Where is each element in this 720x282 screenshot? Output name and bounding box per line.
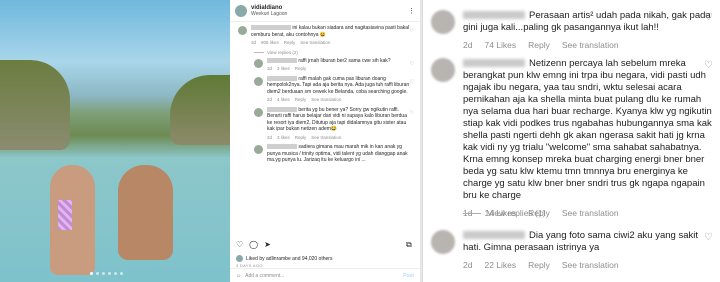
view-replies[interactable]: View replies (1) bbox=[463, 208, 545, 218]
comment-text: raffi jrnah liburan ber2 sama cwe sih ka… bbox=[298, 57, 391, 64]
comment-icon[interactable]: ◯ bbox=[249, 240, 258, 249]
heart-icon[interactable]: ♡ bbox=[704, 232, 713, 243]
location[interactable]: Weekuri Lagoon bbox=[251, 11, 287, 17]
view-replies[interactable]: View replies (2) bbox=[230, 47, 420, 55]
comment-likes[interactable]: 74 Likes bbox=[484, 39, 516, 51]
see-translation-link[interactable]: See translation bbox=[562, 39, 619, 51]
avatar[interactable] bbox=[254, 145, 263, 154]
reply-button[interactable]: Reply bbox=[284, 40, 296, 47]
person-left bbox=[50, 165, 95, 275]
post-sidebar: vidialdiano Weekuri Lagoon ⋮ ini kalau b… bbox=[230, 0, 420, 282]
avatar bbox=[236, 255, 243, 262]
comment: ini kalau bukan siadara and nagitasiavin… bbox=[230, 22, 420, 47]
reply-comment: raffi malah gak cuma pas liburan doang h… bbox=[230, 73, 420, 104]
carousel-dots[interactable] bbox=[90, 272, 123, 275]
comment: Perasaan artis² udah pada nikah, gak pad… bbox=[431, 10, 713, 51]
heart-icon[interactable]: ♡ bbox=[410, 28, 414, 34]
add-comment-bar: ☺ Add a comment... Post bbox=[230, 268, 420, 282]
save-icon[interactable]: ⧉ bbox=[406, 240, 412, 250]
heart-icon[interactable]: ♡ bbox=[410, 110, 414, 116]
reply-button[interactable]: Reply bbox=[528, 39, 550, 51]
comment-text: Netizenn percaya lah sebelum mreka beran… bbox=[463, 58, 712, 201]
reply-comment: raffi jrnah liburan ber2 sama cwe sih ka… bbox=[230, 55, 420, 73]
more-icon[interactable]: ⋮ bbox=[408, 7, 415, 15]
avatar[interactable] bbox=[235, 4, 247, 17]
see-translation-link[interactable]: See translation bbox=[562, 259, 619, 271]
censor-blur bbox=[58, 200, 72, 230]
username[interactable]: vidialdiano bbox=[251, 5, 287, 11]
blurred-username bbox=[267, 57, 297, 63]
post-header: vidialdiano Weekuri Lagoon ⋮ bbox=[230, 0, 420, 22]
post-button[interactable]: Post bbox=[403, 273, 414, 279]
avatar[interactable] bbox=[254, 107, 263, 117]
reply-comment: sadiera gimana mau marah mik in kan anak… bbox=[230, 141, 420, 163]
avatar[interactable] bbox=[254, 58, 263, 68]
blurred-username bbox=[251, 25, 291, 31]
comment-input[interactable]: Add a comment... bbox=[245, 273, 284, 279]
comment: Dia yang foto sama ciwi2 aku yang sakit … bbox=[431, 230, 713, 271]
comment-likes[interactable]: 22 Likes bbox=[484, 259, 516, 271]
see-translation-link[interactable]: See translation bbox=[562, 207, 619, 219]
blurred-username bbox=[463, 59, 525, 68]
avatar[interactable] bbox=[238, 26, 247, 35]
comments-panel: Perasaan artis² udah pada nikah, gak pad… bbox=[422, 0, 720, 282]
blurred-username bbox=[463, 231, 525, 240]
comment: Netizenn percaya lah sebelum mreka beran… bbox=[431, 58, 713, 219]
liked-by[interactable]: Liked by adlinrambe and 94,020 others bbox=[236, 255, 332, 262]
avatar[interactable] bbox=[254, 76, 263, 86]
reply-button[interactable]: Reply bbox=[528, 259, 550, 271]
post-actions: ♡ ◯ ➤ ⧉ bbox=[236, 240, 412, 249]
blurred-username bbox=[267, 144, 297, 150]
heart-icon[interactable]: ♡ bbox=[410, 79, 414, 85]
like-icon[interactable]: ♡ bbox=[236, 240, 243, 249]
heart-icon[interactable]: ♡ bbox=[704, 60, 713, 71]
blurred-username bbox=[267, 75, 297, 81]
reply-comment: berita yg bu bener ya? Sorry gw ngikutin… bbox=[230, 104, 420, 142]
heart-icon[interactable]: ♡ bbox=[410, 61, 414, 67]
avatar[interactable] bbox=[431, 58, 455, 82]
emoji-icon[interactable]: ☺ bbox=[236, 273, 241, 279]
comment-time: 3d bbox=[251, 40, 257, 45]
person-right bbox=[118, 165, 173, 260]
avatar[interactable] bbox=[431, 230, 455, 254]
comment-time: 2d bbox=[463, 260, 473, 270]
share-icon[interactable]: ➤ bbox=[264, 240, 271, 249]
liked-by-text: Liked by adlinrambe and 94,020 others bbox=[246, 255, 333, 262]
heart-icon[interactable]: ♡ bbox=[704, 12, 713, 23]
cliff-right bbox=[170, 75, 230, 145]
blurred-username bbox=[463, 11, 525, 20]
comment-likes[interactable]: 906 likes bbox=[261, 40, 279, 47]
avatar[interactable] bbox=[431, 10, 455, 34]
post-photo[interactable] bbox=[0, 0, 230, 282]
see-translation-link[interactable]: See translation bbox=[300, 40, 330, 47]
comment-time: 2d bbox=[463, 40, 473, 50]
cliff-left bbox=[0, 60, 70, 150]
instagram-post-panel: vidialdiano Weekuri Lagoon ⋮ ini kalau b… bbox=[0, 0, 420, 282]
blurred-username bbox=[267, 106, 297, 112]
